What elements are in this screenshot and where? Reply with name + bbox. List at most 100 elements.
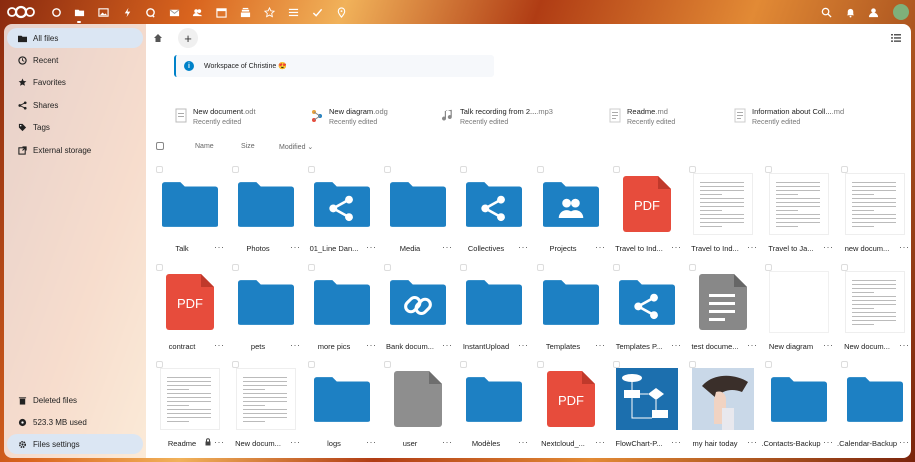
file-preview[interactable] (310, 270, 374, 334)
column-name[interactable]: Name (195, 143, 214, 150)
search-icon[interactable] (819, 5, 833, 19)
file-name[interactable]: logs (304, 439, 364, 448)
file-preview[interactable] (615, 270, 679, 334)
file-tile[interactable]: .Contacts-Backup ··· (761, 361, 837, 453)
more-actions-icon[interactable]: ··· (290, 340, 301, 350)
activity-icon[interactable] (120, 5, 134, 19)
file-preview[interactable]: PDF (158, 270, 222, 334)
file-name[interactable]: Templates P... (609, 342, 669, 351)
more-actions-icon[interactable]: ··· (366, 340, 377, 350)
file-preview[interactable]: PDF (615, 172, 679, 236)
file-name[interactable]: 01_Line Dan... (304, 244, 364, 253)
checkmark-icon[interactable] (310, 5, 324, 19)
file-tile[interactable]: 01_Line Dan... ··· (304, 166, 380, 258)
favorites-icon[interactable] (262, 5, 276, 19)
file-tile[interactable]: InstantUpload ··· (456, 264, 532, 356)
more-actions-icon[interactable]: ··· (442, 437, 453, 447)
file-name[interactable]: InstantUpload (456, 342, 516, 351)
file-preview[interactable] (843, 172, 907, 236)
file-tile[interactable]: PDF Travel to Ind... ··· (609, 166, 685, 258)
file-tile[interactable]: Media ··· (380, 166, 456, 258)
file-name[interactable]: test docume... (685, 342, 745, 351)
file-name[interactable]: .Contacts-Backup (761, 439, 821, 448)
column-size[interactable]: Size (241, 143, 255, 150)
file-name[interactable]: Templates (533, 342, 593, 351)
file-name[interactable]: Talk (152, 244, 212, 253)
file-name[interactable]: more pics (304, 342, 364, 351)
file-tile[interactable]: New docum... ··· (837, 264, 913, 356)
calendar-icon[interactable] (214, 5, 228, 19)
file-tile[interactable]: Modèles ··· (456, 361, 532, 453)
file-tile[interactable]: New docum... ··· (228, 361, 304, 453)
nav-item-external-storage[interactable]: External storage (7, 140, 143, 160)
file-preview[interactable] (462, 270, 526, 334)
file-tile[interactable]: New diagram ··· (761, 264, 837, 356)
file-preview[interactable] (462, 172, 526, 236)
file-name[interactable]: Travel to Ind... (609, 244, 669, 253)
list-view-icon[interactable] (891, 33, 901, 43)
file-preview[interactable] (310, 367, 374, 431)
file-tile[interactable]: my hair today ··· (685, 361, 761, 453)
file-tile[interactable]: FlowChart-P... ··· (609, 361, 685, 453)
column-modified[interactable]: Modified ⌄ (279, 143, 313, 151)
file-tile[interactable]: more pics ··· (304, 264, 380, 356)
file-preview[interactable] (843, 270, 907, 334)
more-actions-icon[interactable]: ··· (823, 242, 834, 252)
file-preview[interactable] (691, 270, 755, 334)
more-actions-icon[interactable]: ··· (366, 242, 377, 252)
mail-icon[interactable] (167, 5, 181, 19)
files-icon[interactable] (72, 5, 86, 23)
file-tile[interactable]: Travel to Ja... ··· (761, 166, 837, 258)
more-actions-icon[interactable]: ··· (442, 242, 453, 252)
file-name[interactable]: New docum... (228, 439, 288, 448)
dashboard-icon[interactable] (49, 5, 63, 19)
nav-item-523-3-mb-used[interactable]: 523.3 MB used (7, 412, 143, 432)
file-preview[interactable] (539, 270, 603, 334)
file-name[interactable]: Readme (152, 439, 212, 448)
file-tile[interactable]: Templates ··· (533, 264, 609, 356)
more-actions-icon[interactable]: ··· (823, 437, 834, 447)
recent-file[interactable]: Information about Coll....md Recently edi… (733, 104, 844, 128)
file-tile[interactable]: Projects ··· (533, 166, 609, 258)
file-preview[interactable] (386, 172, 450, 236)
file-tile[interactable]: new docum... ··· (837, 166, 913, 258)
more-actions-icon[interactable]: ··· (747, 242, 758, 252)
file-name[interactable]: New diagram (761, 342, 821, 351)
nav-item-deleted-files[interactable]: Deleted files (7, 390, 143, 410)
file-preview[interactable] (462, 367, 526, 431)
recent-file[interactable]: New document.odt Recently edited (174, 104, 256, 128)
nav-item-tags[interactable]: Tags (7, 117, 143, 137)
more-actions-icon[interactable]: ··· (595, 242, 606, 252)
contacts-icon[interactable] (190, 5, 204, 19)
file-tile[interactable]: user ··· (380, 361, 456, 453)
new-button[interactable]: + (178, 28, 198, 48)
file-name[interactable]: user (380, 439, 440, 448)
file-preview[interactable] (615, 367, 679, 431)
more-actions-icon[interactable]: ··· (671, 242, 682, 252)
tasks-icon[interactable] (286, 5, 300, 19)
recent-file[interactable]: New diagram.odg Recently edited (310, 104, 388, 128)
nav-item-shares[interactable]: Shares (7, 95, 143, 115)
file-preview[interactable] (234, 367, 298, 431)
home-icon[interactable] (153, 33, 163, 43)
file-preview[interactable] (767, 367, 831, 431)
nav-item-files-settings[interactable]: Files settings (7, 434, 143, 454)
notifications-icon[interactable] (843, 5, 857, 19)
file-name[interactable]: Projects (533, 244, 593, 253)
file-tile[interactable]: Templates P... ··· (609, 264, 685, 356)
file-tile[interactable]: .Calendar-Backup ··· (837, 361, 913, 453)
deck-icon[interactable] (238, 5, 252, 19)
file-name[interactable]: New docum... (837, 342, 897, 351)
file-tile[interactable]: Bank docum... ··· (380, 264, 456, 356)
more-actions-icon[interactable]: ··· (747, 437, 758, 447)
more-actions-icon[interactable]: ··· (214, 437, 225, 447)
file-preview[interactable] (767, 270, 831, 334)
more-actions-icon[interactable]: ··· (747, 340, 758, 350)
file-preview[interactable] (691, 367, 755, 431)
file-name[interactable]: Photos (228, 244, 288, 253)
recent-file[interactable]: Readme.md Recently edited (608, 104, 675, 128)
file-name[interactable]: Nextcloud_... (533, 439, 593, 448)
file-tile[interactable]: Readme ··· (152, 361, 228, 453)
contacts-menu-icon[interactable] (866, 5, 880, 19)
more-actions-icon[interactable]: ··· (290, 437, 301, 447)
